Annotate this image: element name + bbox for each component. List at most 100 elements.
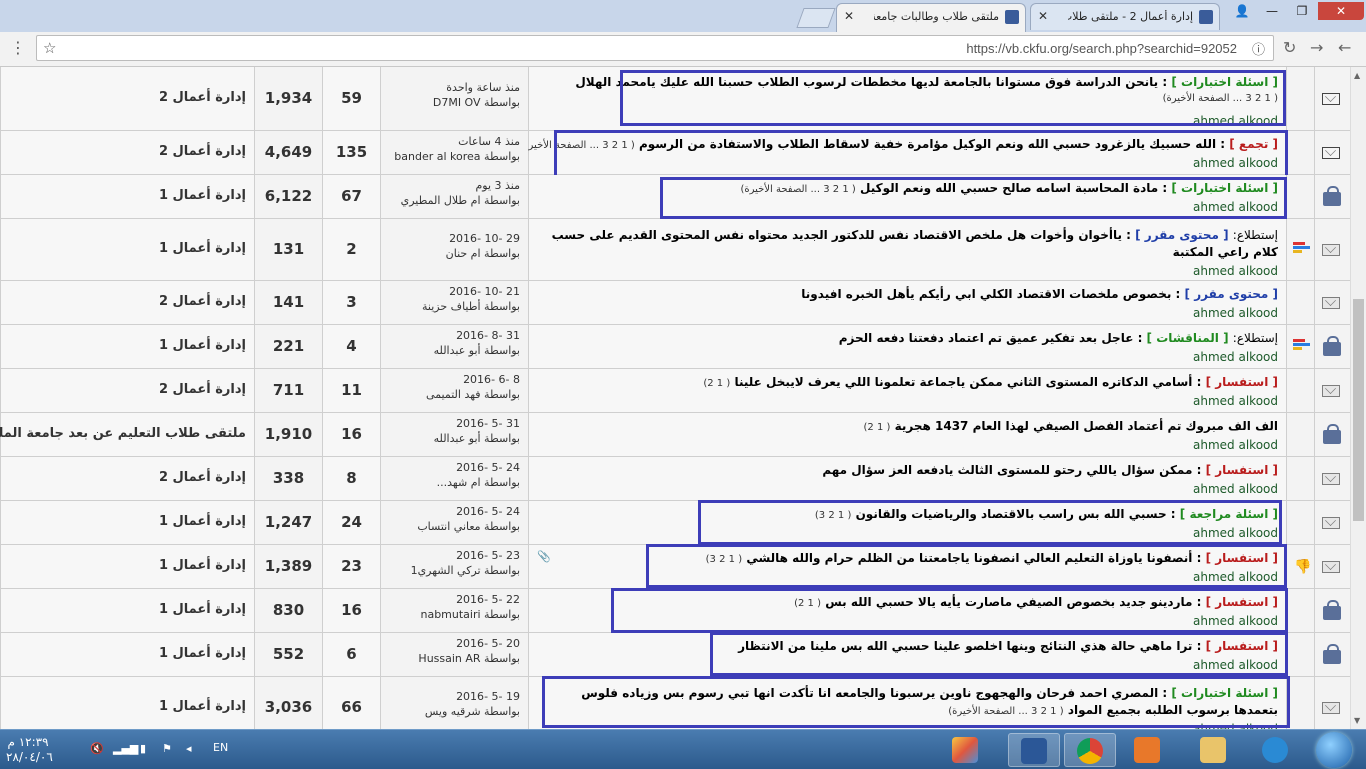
replies-count[interactable]: 3 <box>323 293 380 311</box>
replies-count[interactable]: 16 <box>323 425 380 443</box>
address-bar[interactable]: ☆ https://vb.ckfu.org/search.php?searchi… <box>36 35 1274 61</box>
forum-link[interactable]: إدارة أعمال 1 <box>159 188 246 203</box>
profile-icon[interactable]: 👤 <box>1228 2 1256 20</box>
thread-author[interactable]: ahmed alkood <box>1193 350 1278 364</box>
last-post-author[interactable]: بواسطة ام حنان <box>446 247 520 260</box>
last-post-author[interactable]: بواسطة فهد التميمى <box>426 388 520 401</box>
thread-title-link[interactable]: الف الف مبروك تم أعتماد الفصل الصيفي لهذ… <box>863 419 1278 433</box>
thread-tag[interactable]: [ استفسار ] <box>1206 463 1278 477</box>
last-post-author[interactable]: بواسطة أبو عبدالله <box>434 432 520 445</box>
forum-link[interactable]: إدارة أعمال 1 <box>159 602 246 617</box>
last-post-author[interactable]: بواسطة ام شهد... <box>437 476 520 489</box>
scroll-down-icon[interactable]: ▼ <box>1354 716 1360 725</box>
replies-count[interactable]: 24 <box>323 513 380 531</box>
reload-icon[interactable]: ↻ <box>1283 38 1296 57</box>
thread-tag[interactable]: [ استفسار ] <box>1206 375 1278 389</box>
tab-business-admin[interactable]: إدارة أعمال 2 - ملتقى طلاب وطا ✕ <box>1030 3 1220 30</box>
thread-title-link[interactable]: [ استفسار ] : ممكن سؤال ياللي رحتو للمست… <box>822 463 1278 477</box>
replies-count[interactable]: 135 <box>323 143 380 161</box>
thread-title[interactable]: أسامي الدكاتره المستوى الثاني ممكن ياجما… <box>734 375 1192 389</box>
back-icon[interactable]: ← <box>1338 38 1351 57</box>
thread-tag[interactable]: [ المناقشات ] <box>1147 331 1229 345</box>
minimize-button[interactable]: — <box>1258 2 1286 20</box>
start-button[interactable] <box>1316 732 1352 768</box>
thread-title[interactable]: ممكن سؤال ياللي رحتو للمستوى الثالث يادف… <box>822 463 1192 477</box>
network-icon[interactable]: ▂▄▆ <box>113 742 138 755</box>
replies-count[interactable]: 2 <box>323 240 380 258</box>
thread-title-link[interactable]: إستطلاع: [ المناقشات ] : عاجل بعد تفكير … <box>839 331 1278 345</box>
site-info-icon[interactable]: ⓘ <box>1252 39 1265 58</box>
power-icon[interactable]: ▮ <box>140 742 146 755</box>
chrome-taskbar-button[interactable] <box>1064 733 1116 767</box>
thread-author[interactable]: ahmed alkood <box>1193 306 1278 320</box>
action-center-icon[interactable]: ⚑ <box>162 742 172 755</box>
bookmark-star-icon[interactable]: ☆ <box>43 39 56 57</box>
close-window-button[interactable]: ✕ <box>1318 2 1364 20</box>
forum-link[interactable]: إدارة أعمال 1 <box>159 514 246 529</box>
thread-author[interactable]: ahmed alkood <box>1193 482 1278 496</box>
replies-count[interactable]: 59 <box>323 89 380 107</box>
close-tab-icon[interactable]: ✕ <box>1038 9 1048 23</box>
tab-forum-search[interactable]: ملتقى طلاب وطالبات جامعة الملك ✕ <box>836 3 1026 32</box>
last-post-author[interactable]: بواسطة معاني انتساب <box>417 520 520 533</box>
last-post-author[interactable]: بواسطة bander al korea <box>394 150 520 163</box>
last-post-author[interactable]: بواسطة أبو عبدالله <box>434 344 520 357</box>
forum-link[interactable]: إدارة أعمال 2 <box>159 382 246 397</box>
menu-icon[interactable]: ⋮ <box>10 38 26 57</box>
explorer-taskbar-button[interactable] <box>1188 733 1240 767</box>
close-tab-icon[interactable]: ✕ <box>844 9 854 23</box>
volume-icon[interactable]: 🔇 <box>90 742 104 755</box>
thread-author[interactable]: ahmed alkood <box>1193 394 1278 408</box>
thread-title[interactable]: الف الف مبروك تم أعتماد الفصل الصيفي لهذ… <box>895 419 1278 433</box>
thread-title-link[interactable]: [ استفسار ] : أسامي الدكاتره المستوى الث… <box>703 375 1278 389</box>
paint-taskbar-button[interactable] <box>940 733 992 767</box>
replies-count[interactable]: 6 <box>323 645 380 663</box>
forum-link[interactable]: إدارة أعمال 1 <box>159 338 246 353</box>
replies-count[interactable]: 8 <box>323 469 380 487</box>
media-player-taskbar-button[interactable] <box>1122 733 1174 767</box>
thread-title[interactable]: بخصوص ملخصات الاقتصاد الكلي ابي رأيكم يأ… <box>801 287 1171 301</box>
scrollbar-thumb[interactable] <box>1353 299 1364 521</box>
ie-taskbar-button[interactable] <box>1250 733 1302 767</box>
last-post-author[interactable]: بواسطة Hussain AR <box>418 652 520 665</box>
thread-pages[interactable]: ( 1 2) <box>863 422 890 433</box>
replies-count[interactable]: 16 <box>323 601 380 619</box>
replies-count[interactable]: 66 <box>323 698 380 716</box>
thread-title-link[interactable]: [ محتوى مقرر ] : بخصوص ملخصات الاقتصاد ا… <box>801 287 1278 301</box>
clock[interactable]: ١٢:٣٩ م ٢٨/٠٤/٠٦ <box>6 735 53 765</box>
language-indicator[interactable]: EN <box>213 741 228 754</box>
thread-pages[interactable]: ( 1 2) <box>703 378 730 389</box>
new-tab-button[interactable] <box>796 8 836 28</box>
forum-link[interactable]: إدارة أعمال 1 <box>159 241 246 256</box>
replies-count[interactable]: 67 <box>323 187 380 205</box>
thread-tag[interactable]: [ محتوى مقرر ] <box>1185 287 1278 301</box>
word-taskbar-button[interactable] <box>1008 733 1060 767</box>
last-post-author[interactable]: بواسطة ام طلال المطيري <box>401 194 520 207</box>
forum-link[interactable]: إدارة أعمال 2 <box>159 144 246 159</box>
forum-link[interactable]: إدارة أعمال 1 <box>159 699 246 714</box>
thread-author[interactable]: ahmed alkood <box>1193 264 1278 278</box>
last-post-author[interactable]: بواسطة nabmutairi <box>420 608 520 621</box>
forum-link[interactable]: إدارة أعمال 2 <box>159 470 246 485</box>
forum-link[interactable]: إدارة أعمال 2 <box>159 294 246 309</box>
replies-count[interactable]: 11 <box>323 381 380 399</box>
last-post-author[interactable]: بواسطة شرقيه ويس <box>425 705 520 718</box>
url-text[interactable]: https://vb.ckfu.org/search.php?searchid=… <box>966 41 1237 56</box>
maximize-button[interactable]: ❐ <box>1288 2 1316 20</box>
forum-link[interactable]: إدارة أعمال 2 <box>159 90 246 105</box>
forum-link[interactable]: إدارة أعمال 1 <box>159 558 246 573</box>
thread-tag[interactable]: [ محتوى مقرر ] <box>1135 228 1228 242</box>
thread-title-link[interactable]: إستطلاع: [ محتوى مقرر ] : ياأخوان وأخوات… <box>548 227 1278 261</box>
last-post-author[interactable]: بواسطة تركي الشهري1 <box>411 564 520 577</box>
last-post-author[interactable]: بواسطة أطياف حزينة <box>422 300 520 313</box>
forward-icon[interactable]: → <box>1310 38 1323 57</box>
replies-count[interactable]: 4 <box>323 337 380 355</box>
last-post-author[interactable]: بواسطة D7MI OV <box>433 96 520 109</box>
forum-link[interactable]: ملتقى طلاب التعليم عن بعد جامعة الملك في… <box>0 426 246 441</box>
vertical-scrollbar[interactable]: ▲ ▼ <box>1350 67 1366 729</box>
replies-count[interactable]: 23 <box>323 557 380 575</box>
tray-arrow-icon[interactable]: ◂ <box>186 742 192 755</box>
thread-title[interactable]: عاجل بعد تفكير عميق تم اعتماد دفعتنا دفع… <box>839 331 1134 345</box>
scroll-up-icon[interactable]: ▲ <box>1354 71 1360 80</box>
thread-author[interactable]: ahmed alkood <box>1193 438 1278 452</box>
